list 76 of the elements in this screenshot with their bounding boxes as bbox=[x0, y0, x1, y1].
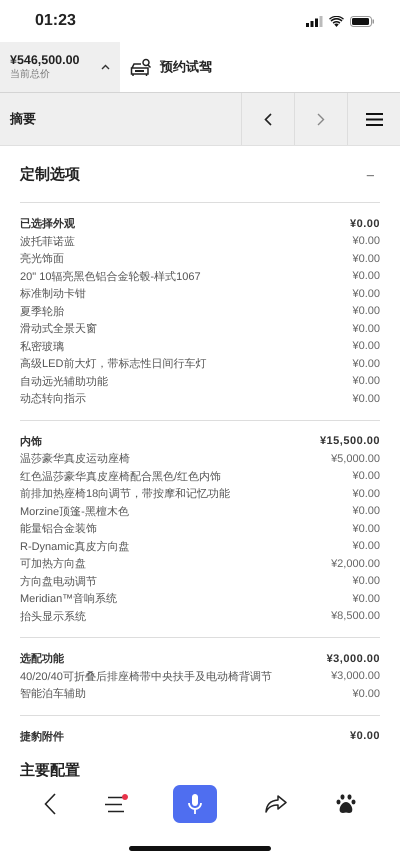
signal-icon bbox=[306, 16, 323, 26]
option-name: 私密玻璃 bbox=[20, 340, 64, 354]
option-price: ¥0.00 bbox=[352, 252, 380, 265]
chevron-left-icon bbox=[264, 112, 272, 126]
option-price: ¥0.00 bbox=[352, 688, 380, 700]
status-time: 01:23 bbox=[35, 12, 76, 30]
option-name: 自动远光辅助功能 bbox=[20, 374, 108, 389]
group-title: 已选择外观 bbox=[20, 216, 75, 232]
option-price: ¥0.00 bbox=[352, 270, 380, 282]
option-name: 40/20/40可折叠后排座椅带中央扶手及电动椅背调节 bbox=[20, 670, 272, 684]
chevron-left-icon bbox=[44, 793, 56, 815]
option-price: ¥0.00 bbox=[352, 392, 380, 405]
group-total: ¥15,500.00 bbox=[320, 435, 380, 448]
menu-button[interactable] bbox=[104, 796, 125, 812]
option-price: ¥0.00 bbox=[352, 358, 380, 370]
option-name: 方向盘电动调节 bbox=[20, 574, 97, 589]
chevron-right-icon bbox=[317, 112, 325, 126]
option-price: ¥0.00 bbox=[352, 592, 380, 605]
option-name: 滑动式全景天窗 bbox=[20, 322, 97, 336]
option-name: 高级LED前大灯，带标志性日间行车灯 bbox=[20, 356, 206, 372]
group-total: ¥3,000.00 bbox=[326, 652, 380, 665]
option-name: 温莎豪华真皮运动座椅 bbox=[20, 452, 130, 466]
car-search-icon bbox=[130, 58, 152, 76]
option-price: ¥0.00 bbox=[352, 288, 380, 300]
total-price-button[interactable]: ¥546,500.00 当前总价 bbox=[0, 42, 120, 92]
option-name: R-Dynamic真皮方向盘 bbox=[20, 540, 130, 554]
paw-icon bbox=[336, 794, 356, 814]
paw-button[interactable] bbox=[336, 794, 356, 814]
share-button[interactable] bbox=[265, 795, 288, 813]
menu-icon bbox=[104, 796, 125, 812]
option-price: ¥0.00 bbox=[352, 488, 380, 500]
option-name: 智能泊车辅助 bbox=[20, 687, 86, 702]
option-name: 可加热方向盘 bbox=[20, 556, 86, 572]
option-name: 红色温莎豪华真皮座椅配合黑色/红色内饰 bbox=[20, 470, 222, 484]
menu-icon bbox=[366, 112, 382, 126]
option-price: ¥0.00 bbox=[352, 305, 380, 318]
option-name: 标准制动卡钳 bbox=[20, 287, 86, 302]
option-price: ¥0.00 bbox=[352, 340, 380, 352]
option-name: 波托菲诺蓝 bbox=[20, 234, 75, 249]
section-title: 主要配置 bbox=[20, 760, 81, 777]
share-arrow-icon bbox=[265, 795, 288, 813]
option-name: Meridian™音响系统 bbox=[20, 592, 118, 606]
option-name: 能量铝合金装饰 bbox=[20, 522, 97, 536]
collapse-button[interactable]: – bbox=[360, 166, 380, 182]
option-price: ¥8,500.00 bbox=[331, 610, 380, 622]
option-price: ¥3,000.00 bbox=[331, 670, 380, 682]
option-price: ¥0.00 bbox=[352, 505, 380, 518]
group-total: ¥0.00 bbox=[350, 730, 380, 742]
option-price: ¥0.00 bbox=[352, 540, 380, 552]
option-name: 动态转向指示 bbox=[20, 392, 86, 406]
battery-icon bbox=[350, 16, 374, 26]
option-name: 抬头显示系统 bbox=[20, 610, 86, 624]
option-price: ¥0.00 bbox=[352, 470, 380, 482]
group-total: ¥0.00 bbox=[350, 218, 380, 230]
microphone-icon bbox=[188, 794, 202, 814]
nav-title: 摘要 bbox=[8, 110, 37, 128]
option-name: 亮光饰面 bbox=[20, 252, 64, 266]
back-button[interactable] bbox=[44, 793, 56, 815]
option-price: ¥0.00 bbox=[352, 522, 380, 535]
voice-button[interactable] bbox=[172, 785, 217, 823]
option-price: ¥0.00 bbox=[352, 235, 380, 248]
option-name: 前排加热座椅18向调节，带按摩和记忆功能 bbox=[20, 486, 230, 502]
option-price: ¥2,000.00 bbox=[331, 558, 380, 570]
option-price: ¥0.00 bbox=[352, 575, 380, 588]
option-name: 20" 10辐亮黑色铝合金轮毂-样式1067 bbox=[20, 270, 201, 284]
group-title: 捷豹附件 bbox=[20, 730, 64, 744]
caret-icon bbox=[101, 64, 110, 70]
option-price: ¥5,000.00 bbox=[331, 452, 380, 465]
wifi-icon bbox=[329, 16, 344, 26]
option-price: ¥0.00 bbox=[352, 375, 380, 388]
option-price: ¥0.00 bbox=[352, 322, 380, 335]
section-title: 定制选项 bbox=[20, 164, 80, 184]
option-name: 夏季轮胎 bbox=[20, 304, 64, 319]
group-title: 选配功能 bbox=[20, 652, 64, 666]
group-title: 内饰 bbox=[20, 434, 42, 449]
option-name: Morzine顶篷-黑檀木色 bbox=[20, 504, 129, 519]
